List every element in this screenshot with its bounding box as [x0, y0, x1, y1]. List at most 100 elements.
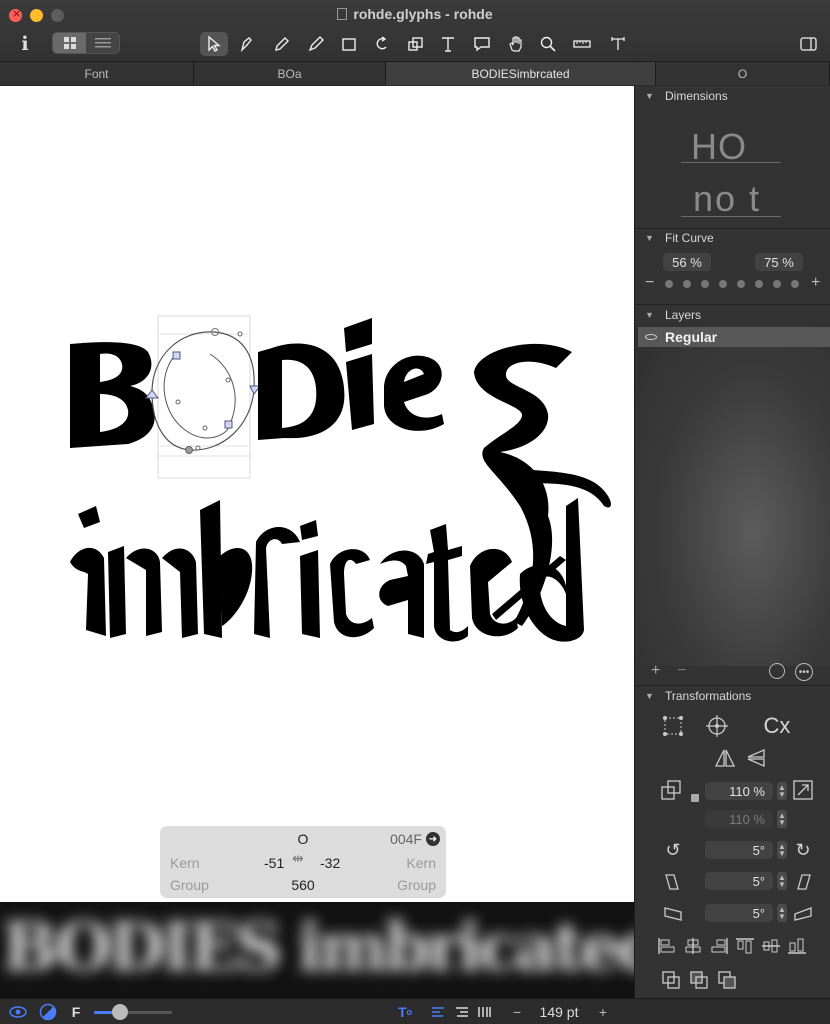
layer-visibility-icon[interactable]	[645, 334, 657, 340]
measure-tool-icon[interactable]	[568, 32, 596, 56]
rotate-tool-icon[interactable]	[368, 32, 396, 56]
filter-icon[interactable]	[769, 663, 785, 679]
transformations-header[interactable]: ▼ Transformations	[635, 686, 830, 706]
font-indicator[interactable]: F	[68, 1002, 84, 1022]
zoom-out-button[interactable]: −	[510, 1002, 524, 1022]
rotate-stepper[interactable]: ▲ ▼	[777, 841, 787, 859]
add-layer-button[interactable]: +	[651, 662, 660, 680]
rectangle-tool-icon[interactable]	[336, 32, 364, 56]
glyph-d[interactable]	[258, 343, 345, 440]
tab-font[interactable]: Font	[0, 62, 194, 85]
glyph-drawing[interactable]	[0, 86, 634, 826]
scale-field[interactable]: 110 %	[705, 782, 773, 800]
rotate-ccw-icon[interactable]: ↺	[661, 838, 685, 862]
skew-down-icon[interactable]	[661, 902, 685, 926]
slant-field[interactable]: 5°	[705, 872, 773, 890]
group-label-right: Group	[397, 877, 436, 893]
zoom-level[interactable]: 149 pt	[534, 1002, 584, 1022]
glyph-b[interactable]	[70, 342, 155, 448]
tab-boa[interactable]: BOa	[194, 62, 386, 85]
preview-panel[interactable]: BODIES imbricated	[0, 902, 634, 998]
draw-tool-icon[interactable]	[232, 32, 260, 56]
slant-stepper[interactable]: ▲ ▼	[777, 872, 787, 890]
align-center-vertical-icon[interactable]	[759, 934, 783, 958]
select-tool-icon[interactable]	[200, 32, 228, 56]
grid-view-icon[interactable]	[53, 33, 86, 53]
eye-icon[interactable]	[8, 1002, 28, 1022]
zoom-in-button[interactable]: +	[596, 1002, 610, 1022]
skew-stepper[interactable]: ▲ ▼	[777, 904, 787, 922]
tab-bar: Font BOa BODIESimbrcated O	[0, 62, 830, 85]
list-view-icon[interactable]	[86, 33, 119, 53]
slant-right-icon[interactable]	[791, 870, 815, 894]
layers-list[interactable]	[635, 326, 830, 666]
rotate-cw-icon[interactable]: ↻	[791, 838, 815, 862]
glyph-i[interactable]	[344, 318, 374, 430]
info-button[interactable]: i	[15, 32, 35, 56]
kern-right-field[interactable]: -32	[320, 855, 340, 871]
align-left-edge-icon[interactable]	[655, 934, 679, 958]
crosshair-origin-icon[interactable]	[705, 714, 729, 738]
fit-curve-slider[interactable]: − +	[643, 274, 823, 292]
vertical-layout-icon[interactable]	[476, 1002, 492, 1022]
tab-bodiesimbrcated[interactable]: BODIESimbrcated	[386, 62, 656, 85]
glyph-imbricated[interactable]	[70, 498, 584, 642]
document-icon	[337, 8, 348, 20]
skew-field[interactable]: 5°	[705, 904, 773, 922]
metrics-origin-icon[interactable]: Cx	[747, 713, 807, 738]
hand-tool-icon[interactable]	[502, 32, 530, 56]
fit-curve-header[interactable]: ▼ Fit Curve	[635, 228, 830, 248]
zoom-tool-icon[interactable]	[534, 32, 562, 56]
annotation-tool-icon[interactable]	[468, 32, 496, 56]
fit-curve-max-field[interactable]: 75 %	[755, 253, 803, 271]
pencil-tool-icon[interactable]	[268, 32, 296, 56]
unicode-value[interactable]: 004F	[390, 831, 422, 847]
view-mode-segmented[interactable]	[52, 32, 120, 54]
fill-mode-icon[interactable]	[38, 1002, 58, 1022]
lock-icon[interactable]	[691, 794, 699, 802]
scale-down-icon[interactable]	[659, 778, 683, 802]
align-right-icon[interactable]	[454, 1002, 470, 1022]
glyph-o-outline[interactable]	[145, 315, 261, 479]
tab-o[interactable]: O	[656, 62, 830, 85]
edit-canvas[interactable]: O 004F ➜ Kern -51 ⇹ -32 Kern Group 560 G…	[0, 86, 634, 902]
text-tool-toggle-icon[interactable]: To	[394, 1002, 416, 1022]
boolean-union-icon[interactable]	[659, 968, 683, 992]
fit-curve-min-field[interactable]: 56 %	[663, 253, 711, 271]
dimensions-header[interactable]: ▼ Dimensions	[635, 86, 830, 106]
type-tool-icon[interactable]	[604, 32, 632, 56]
remove-layer-button[interactable]: −	[677, 662, 686, 680]
brush-tool-icon[interactable]	[302, 32, 330, 56]
window-title: rohde.glyphs - rohde	[0, 6, 830, 22]
slider-knob[interactable]	[112, 1004, 128, 1020]
kern-left-field[interactable]: -51	[264, 855, 284, 871]
align-left-icon[interactable]	[430, 1002, 446, 1022]
boolean-subtract-icon[interactable]	[687, 968, 711, 992]
align-bottom-edge-icon[interactable]	[785, 934, 809, 958]
rotate-field[interactable]: 5°	[705, 841, 773, 859]
skew-up-icon[interactable]	[791, 902, 815, 926]
sidebar-toggle-icon[interactable]	[794, 32, 822, 56]
align-center-horizontal-icon[interactable]	[681, 934, 705, 958]
scale-secondary-field[interactable]: 110 %	[705, 810, 773, 828]
scale-secondary-stepper[interactable]: ▲ ▼	[777, 810, 787, 828]
layers-header[interactable]: ▼ Layers	[635, 305, 830, 325]
scale-tool-icon[interactable]	[402, 32, 430, 56]
preview-size-slider[interactable]	[94, 1002, 172, 1022]
minus-icon[interactable]: −	[645, 274, 654, 292]
more-options-icon[interactable]: •••	[795, 663, 813, 681]
text-tool-icon[interactable]	[434, 32, 462, 56]
align-top-edge-icon[interactable]	[733, 934, 757, 958]
scale-stepper[interactable]: ▲ ▼	[777, 782, 787, 800]
boolean-intersect-icon[interactable]	[715, 968, 739, 992]
bounding-box-origin-icon[interactable]	[661, 714, 685, 738]
glyph-e[interactable]	[384, 355, 444, 431]
plus-icon[interactable]: +	[811, 274, 820, 292]
arrow-right-circle-icon[interactable]: ➜	[426, 832, 440, 846]
flip-horizontal-icon[interactable]	[713, 746, 737, 770]
scale-up-icon[interactable]	[791, 778, 815, 802]
layer-item-regular[interactable]: Regular	[638, 327, 830, 347]
align-right-edge-icon[interactable]	[707, 934, 731, 958]
slant-left-icon[interactable]	[661, 870, 685, 894]
flip-vertical-icon[interactable]	[745, 746, 769, 770]
